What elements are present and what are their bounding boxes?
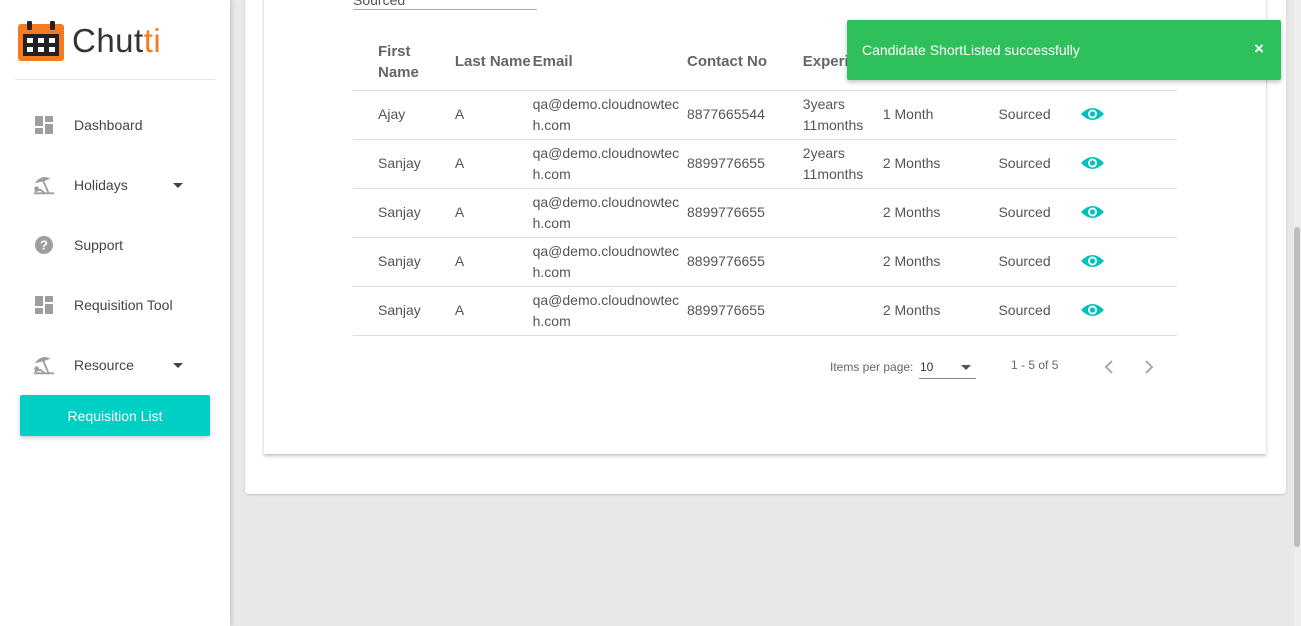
cell-contact-no: 8899776655 <box>687 286 803 336</box>
table-row: Sanjay Aqa@demo.cloudnowtech.com 889977665… <box>353 286 1177 336</box>
cell-last-name: A <box>454 188 533 238</box>
brand-logo[interactable]: Chutti <box>18 21 161 61</box>
status-filter-field[interactable]: Sourced <box>353 0 537 10</box>
sidebar-subitem-requisition-list[interactable]: Requisition List <box>20 395 210 436</box>
beach-icon <box>32 353 56 377</box>
caret-down-icon[interactable] <box>173 363 183 368</box>
cell-notice-period: 2 Months <box>882 237 999 287</box>
sidebar-item-holidays[interactable]: Holidays <box>0 155 230 215</box>
table-row: Sanjay Aqa@demo.cloudnowtech.com 889977665… <box>353 188 1177 238</box>
sidebar-item-label: Holidays <box>74 177 128 193</box>
scrollbar[interactable] <box>1294 0 1301 626</box>
chevron-left-icon <box>1104 360 1113 374</box>
cell-last-name: A <box>454 286 533 336</box>
calendar-logo-icon <box>18 21 64 61</box>
cell-experience <box>802 237 883 287</box>
toast-message: Candidate ShortListed successfully <box>862 42 1080 58</box>
cell-email: qa@demo.cloudnowtech.com <box>532 286 687 336</box>
header-last-name[interactable]: Last Name <box>454 34 533 91</box>
sidebar-item-label: Resource <box>74 357 134 373</box>
sidebar-item-label: Requisition Tool <box>74 297 173 313</box>
table-row: Ajay Aqa@demo.cloudnowtech.com 8877665544 3… <box>353 90 1177 140</box>
header-email[interactable]: Email <box>532 34 687 91</box>
eye-icon[interactable] <box>1080 204 1105 226</box>
items-per-page-label: Items per page: <box>830 360 914 374</box>
sidebar-item-label: Dashboard <box>74 117 143 133</box>
cell-first-name: Sanjay <box>353 286 455 336</box>
range-label: 1 - 5 of 5 <box>1011 358 1059 372</box>
sidebar-item-requisition-tool[interactable]: Requisition Tool <box>0 275 230 335</box>
cell-last-name: A <box>454 139 533 189</box>
eye-icon[interactable] <box>1080 106 1105 128</box>
eye-icon[interactable] <box>1080 302 1105 324</box>
caret-down-icon[interactable] <box>173 183 183 188</box>
cell-status: Sourced <box>998 139 1079 189</box>
cell-first-name: Sanjay <box>353 188 455 238</box>
cell-notice-period: 2 Months <box>882 139 999 189</box>
cell-status: Sourced <box>998 188 1079 238</box>
cell-email: qa@demo.cloudnowtech.com <box>532 90 687 140</box>
cell-notice-period: 2 Months <box>882 188 999 238</box>
cell-contact-no: 8877665544 <box>687 90 803 140</box>
dashboard-icon <box>32 293 56 317</box>
eye-icon[interactable] <box>1080 253 1105 275</box>
cell-contact-no: 8899776655 <box>687 237 803 287</box>
cell-experience <box>802 188 883 238</box>
cell-email: qa@demo.cloudnowtech.com <box>532 139 687 189</box>
cell-action <box>1078 188 1177 238</box>
cell-first-name: Ajay <box>353 90 455 140</box>
cell-status: Sourced <box>998 90 1079 140</box>
logo-divider <box>15 79 215 80</box>
cell-action <box>1078 237 1177 287</box>
table-row: Sanjay Aqa@demo.cloudnowtech.com 889977665… <box>353 139 1177 189</box>
sidebar-item-support[interactable]: ? Support <box>0 215 230 275</box>
header-contact-no[interactable]: Contact No <box>687 34 803 91</box>
cell-notice-period: 2 Months <box>882 286 999 336</box>
chevron-right-icon <box>1145 360 1154 374</box>
cell-experience: 3years 11months <box>802 90 883 140</box>
previous-page-button[interactable] <box>1097 355 1121 379</box>
cell-action <box>1078 90 1177 140</box>
table-row: Sanjay Aqa@demo.cloudnowtech.com 889977665… <box>353 237 1177 287</box>
cell-contact-no: 8899776655 <box>687 188 803 238</box>
brand-name-accent: ti <box>143 22 162 59</box>
brand-name: Chutti <box>72 22 161 60</box>
cell-action <box>1078 286 1177 336</box>
sidebar-nav: Dashboard Holidays ? Support Requisition… <box>0 95 230 395</box>
sidebar-item-label: Support <box>74 237 124 253</box>
cell-email: qa@demo.cloudnowtech.com <box>532 237 687 287</box>
cell-email: qa@demo.cloudnowtech.com <box>532 188 687 238</box>
cell-status: Sourced <box>998 286 1079 336</box>
cell-contact-no: 8899776655 <box>687 139 803 189</box>
header-first-name[interactable]: First Name <box>353 34 455 91</box>
cell-status: Sourced <box>998 237 1079 287</box>
svg-text:?: ? <box>40 238 48 253</box>
sidebar: Chutti Dashboard Holidays ? Support Requ… <box>0 0 230 626</box>
dashboard-icon <box>32 113 56 137</box>
dropdown-arrow-icon <box>961 365 971 370</box>
cell-first-name: Sanjay <box>353 139 455 189</box>
page-size-select[interactable]: 10 <box>919 355 976 379</box>
close-icon[interactable]: × <box>1254 40 1268 58</box>
success-toast: Candidate ShortListed successfully × <box>847 20 1281 80</box>
cell-notice-period: 1 Month <box>882 90 999 140</box>
cell-first-name: Sanjay <box>353 237 455 287</box>
help-icon: ? <box>32 233 56 257</box>
sidebar-item-resource[interactable]: Resource <box>0 335 230 395</box>
cell-experience: 2years 11months <box>802 139 883 189</box>
eye-icon[interactable] <box>1080 155 1105 177</box>
cell-last-name: A <box>454 237 533 287</box>
cell-experience <box>802 286 883 336</box>
cell-action <box>1078 139 1177 189</box>
sidebar-item-dashboard[interactable]: Dashboard <box>0 95 230 155</box>
beach-icon <box>32 173 56 197</box>
next-page-button[interactable] <box>1137 355 1161 379</box>
scrollbar-thumb[interactable] <box>1294 227 1300 547</box>
brand-name-main: Chut <box>72 22 144 59</box>
page-size-value: 10 <box>920 360 934 374</box>
cell-last-name: A <box>454 90 533 140</box>
